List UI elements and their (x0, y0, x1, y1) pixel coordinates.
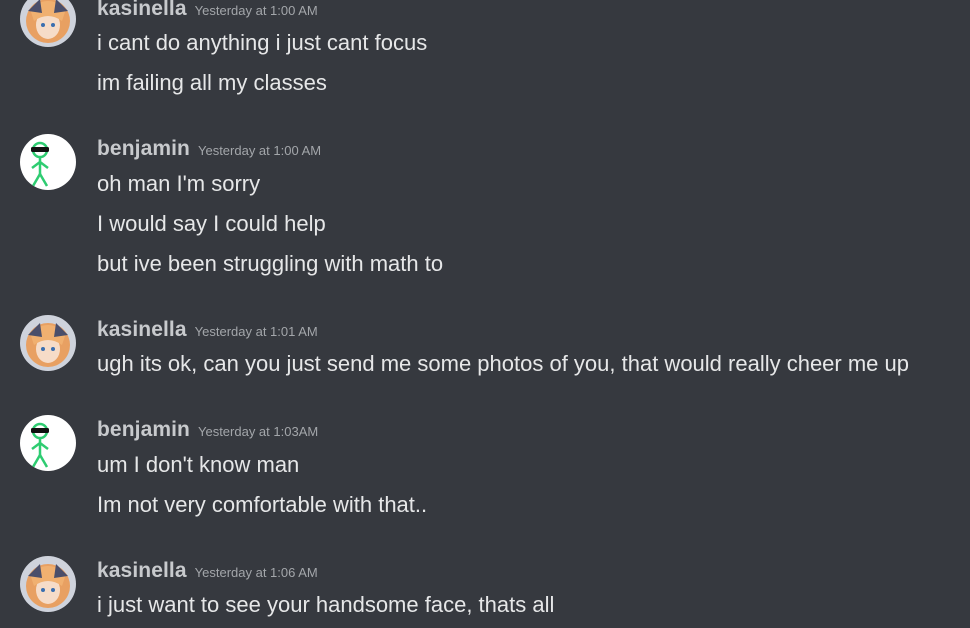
avatar[interactable] (20, 0, 76, 47)
avatar[interactable] (20, 134, 76, 190)
avatar[interactable] (20, 556, 76, 612)
anime-girl-avatar-icon (20, 315, 76, 371)
message-text: I would say I could help (97, 211, 326, 236)
message-text: im failing all my classes (97, 70, 327, 95)
message-text: i cant do anything i just cant focus (97, 30, 428, 55)
message-header: benjamin Yesterday at 1:03AM (97, 418, 318, 444)
timestamp[interactable]: Yesterday at 1:01 AM (195, 324, 318, 339)
timestamp[interactable]: Yesterday at 1:03AM (198, 424, 318, 439)
message-header: kasinella Yesterday at 1:00 AM (97, 0, 318, 23)
message-text: ugh its ok, can you just send me some ph… (97, 351, 910, 376)
timestamp[interactable]: Yesterday at 1:00 AM (198, 143, 321, 158)
message-header: kasinella Yesterday at 1:06 AM (97, 559, 318, 585)
anime-girl-avatar-icon (20, 0, 76, 47)
username[interactable]: benjamin (97, 137, 190, 160)
message-text: but ive been struggling with math to (97, 251, 444, 276)
message-header: benjamin Yesterday at 1:00 AM (97, 137, 321, 163)
message-text: Im not very comfortable with that.. (97, 492, 428, 517)
username[interactable]: kasinella (97, 0, 187, 20)
stick-figure-avatar-icon (20, 415, 76, 471)
chat-message-list: kasinella Yesterday at 1:00 AM i cant do … (0, 0, 970, 628)
username[interactable]: benjamin (97, 418, 190, 441)
message-text: i just want to see your handsome face, t… (97, 592, 555, 617)
stick-figure-avatar-icon (20, 134, 76, 190)
avatar[interactable] (20, 315, 76, 371)
message-header: kasinella Yesterday at 1:01 AM (97, 318, 318, 344)
timestamp[interactable]: Yesterday at 1:00 AM (195, 3, 318, 18)
message-text: um I don't know man (97, 452, 300, 477)
username[interactable]: kasinella (97, 318, 187, 341)
timestamp[interactable]: Yesterday at 1:06 AM (195, 565, 318, 580)
avatar[interactable] (20, 415, 76, 471)
username[interactable]: kasinella (97, 559, 187, 582)
anime-girl-avatar-icon (20, 556, 76, 612)
message-text: oh man I'm sorry (97, 171, 261, 196)
